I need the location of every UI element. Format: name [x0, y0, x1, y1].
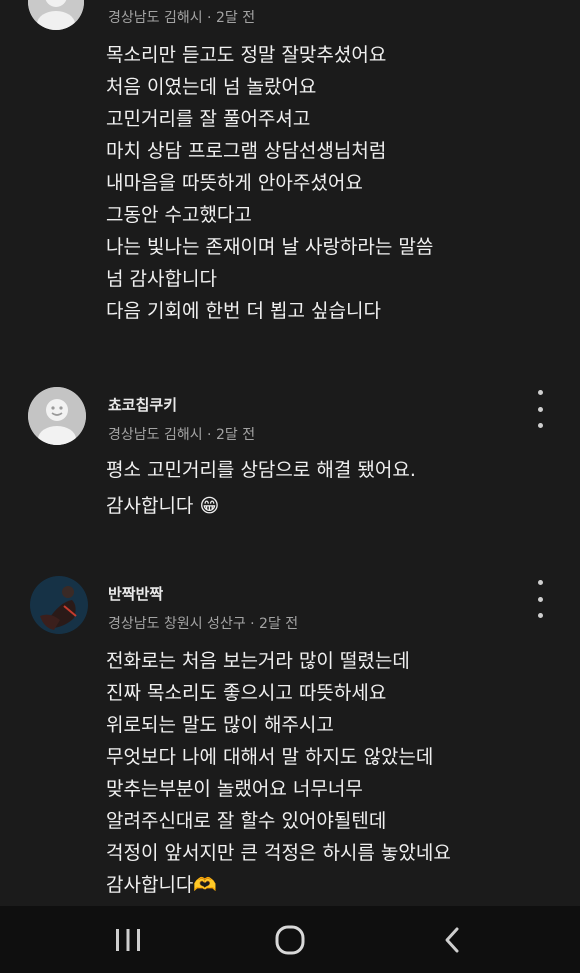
comment-line: 걱정이 앞서지만 큰 걱정은 하시름 놓았네요 — [106, 842, 451, 864]
comment-body: 전화로는 처음 보는거라 많이 떨렸는데 진짜 목소리도 좋으시고 따뜻하세요 … — [106, 646, 546, 896]
comment-line: 전화로는 처음 보는거라 많이 떨렸는데 — [106, 650, 410, 672]
comment-line: 위로되는 말도 많이 해주시고 — [106, 714, 334, 736]
more-options-icon[interactable] — [530, 580, 550, 618]
comment-meta: 경상남도 창원시 성산구 · 2달 전 — [108, 616, 299, 632]
comment-line: 맞추는부분이 놀랬어요 너무너무 — [106, 778, 363, 800]
smiley-avatar-icon — [28, 387, 86, 445]
comment-meta: 경상남도 김해시 · 2달 전 — [108, 427, 256, 443]
comment-body: 평소 고민거리를 상담으로 해결 됐어요. 감사합니다 😁 — [106, 455, 546, 525]
navigation-bar — [0, 906, 580, 973]
comment-line: 평소 고민거리를 상담으로 해결 됐어요. — [106, 459, 416, 481]
comment-line: 목소리만 듣고도 정말 잘맞추셨어요 — [106, 44, 387, 66]
comment-line: 무엇보다 나에 대해서 말 하지도 않았는데 — [106, 746, 434, 768]
screen: 경상남도 김해시 · 2달 전 목소리만 듣고도 정말 잘맞추셨어요 처음 이였… — [0, 0, 580, 973]
author-name[interactable]: 쵸코칩쿠키 — [108, 394, 177, 415]
recent-apps-button[interactable] — [88, 906, 168, 973]
comment-line: 나는 빛나는 존재이며 날 사랑하라는 말씀 — [106, 236, 434, 258]
avatar[interactable] — [28, 0, 84, 30]
author-name[interactable]: 반짝반짝 — [108, 583, 163, 604]
avatar[interactable] — [28, 387, 86, 445]
comment-meta: 경상남도 김해시 · 2달 전 — [108, 10, 256, 26]
default-avatar-icon — [28, 0, 84, 30]
recent-apps-icon — [116, 928, 140, 951]
comment-line: 감사합니다🫶 — [106, 874, 218, 896]
profile-photo-icon — [30, 576, 88, 634]
comment-line: 진짜 목소리도 좋으시고 따뜻하세요 — [106, 682, 387, 704]
comment-line: 알려주신대로 잘 할수 있어야될텐데 — [106, 810, 387, 832]
back-button[interactable] — [412, 906, 492, 973]
avatar[interactable] — [30, 576, 88, 634]
comment-line: 내마음을 따뜻하게 안아주셨어요 — [106, 172, 363, 194]
comment-line: 넘 감사합니다 — [106, 268, 217, 290]
back-icon — [445, 927, 459, 952]
comment-line: 감사합니다 😁 — [106, 495, 220, 517]
comment-body: 목소리만 듣고도 정말 잘맞추셨어요 처음 이였는데 넘 놀랐어요 고민거리를 … — [106, 40, 576, 330]
comment-line: 다음 기회에 한번 더 뵙고 싶습니다 — [106, 300, 381, 322]
home-icon — [275, 925, 305, 954]
comment-line: 마치 상담 프로그램 상담선생님처럼 — [106, 140, 387, 162]
comment-line: 고민거리를 잘 풀어주셔고 — [106, 108, 311, 130]
comment-line: 처음 이였는데 넘 놀랐어요 — [106, 76, 317, 98]
home-button[interactable] — [250, 906, 330, 973]
more-options-icon[interactable] — [530, 390, 550, 428]
comment-line: 그동안 수고했다고 — [106, 204, 252, 226]
